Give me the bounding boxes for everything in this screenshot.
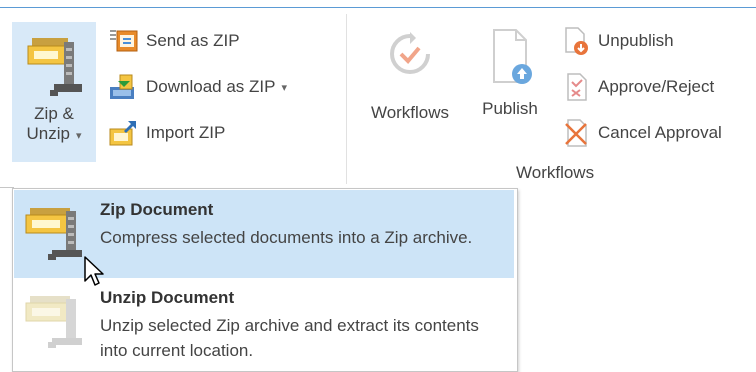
workflows-button[interactable]: Workflows (358, 26, 462, 156)
download-zip-icon (110, 74, 134, 99)
clamp-zip-icon (22, 206, 86, 267)
send-as-zip-button[interactable]: Send as ZIP (108, 26, 240, 56)
mouse-cursor-icon (84, 256, 104, 286)
workflows-group-label: Workflows (516, 163, 595, 182)
import-zip-button[interactable]: Import ZIP (108, 118, 225, 148)
download-as-zip-label: Download as ZIP (146, 77, 276, 96)
zip-unzip-button[interactable]: Zip & Unzip ▾ (12, 22, 96, 162)
clamp-zip-icon (24, 34, 84, 103)
publish-icon (493, 29, 532, 84)
menu-item-title: Zip Document (100, 200, 214, 219)
approve-reject-label: Approve/Reject (598, 77, 715, 96)
approve-reject-icon (567, 73, 587, 101)
import-zip-label: Import ZIP (146, 123, 226, 142)
unpublish-icon (565, 27, 588, 55)
zip-unzip-label-text: Unzip (26, 124, 70, 143)
zip-unzip-label-line1: Zip & (34, 104, 74, 123)
cancel-approval-button[interactable]: Cancel Approval (562, 118, 722, 148)
chevron-down-icon: ▾ (281, 81, 287, 94)
unpublish-label: Unpublish (598, 31, 674, 50)
chevron-down-icon: ▾ (75, 130, 82, 142)
cancel-approval-icon (565, 119, 587, 147)
publish-button[interactable]: Publish (470, 26, 550, 156)
import-zip-icon (109, 121, 136, 146)
publish-label: Publish (482, 99, 538, 118)
clamp-unzip-icon (22, 294, 86, 355)
menu-item-unzip-document[interactable]: Unzip Document Unzip selected Zip archiv… (14, 278, 514, 366)
send-as-zip-label: Send as ZIP (146, 31, 240, 50)
approve-reject-button[interactable]: Approve/Reject (562, 72, 714, 102)
menu-item-title: Unzip Document (100, 288, 235, 307)
unpublish-button[interactable]: Unpublish (562, 26, 674, 56)
send-zip-icon (110, 30, 138, 52)
cancel-approval-label: Cancel Approval (598, 123, 722, 142)
menu-item-description: Compress selected documents into a Zip a… (100, 228, 473, 247)
zip-unzip-label-line2: Unzip ▾ (12, 124, 96, 146)
group-separator (346, 14, 347, 184)
workflows-icon (390, 32, 430, 74)
menu-item-description: Unzip selected Zip archive and extract i… (100, 316, 479, 360)
download-as-zip-button[interactable]: Download as ZIP ▾ (108, 72, 287, 102)
workflows-label: Workflows (370, 103, 450, 122)
